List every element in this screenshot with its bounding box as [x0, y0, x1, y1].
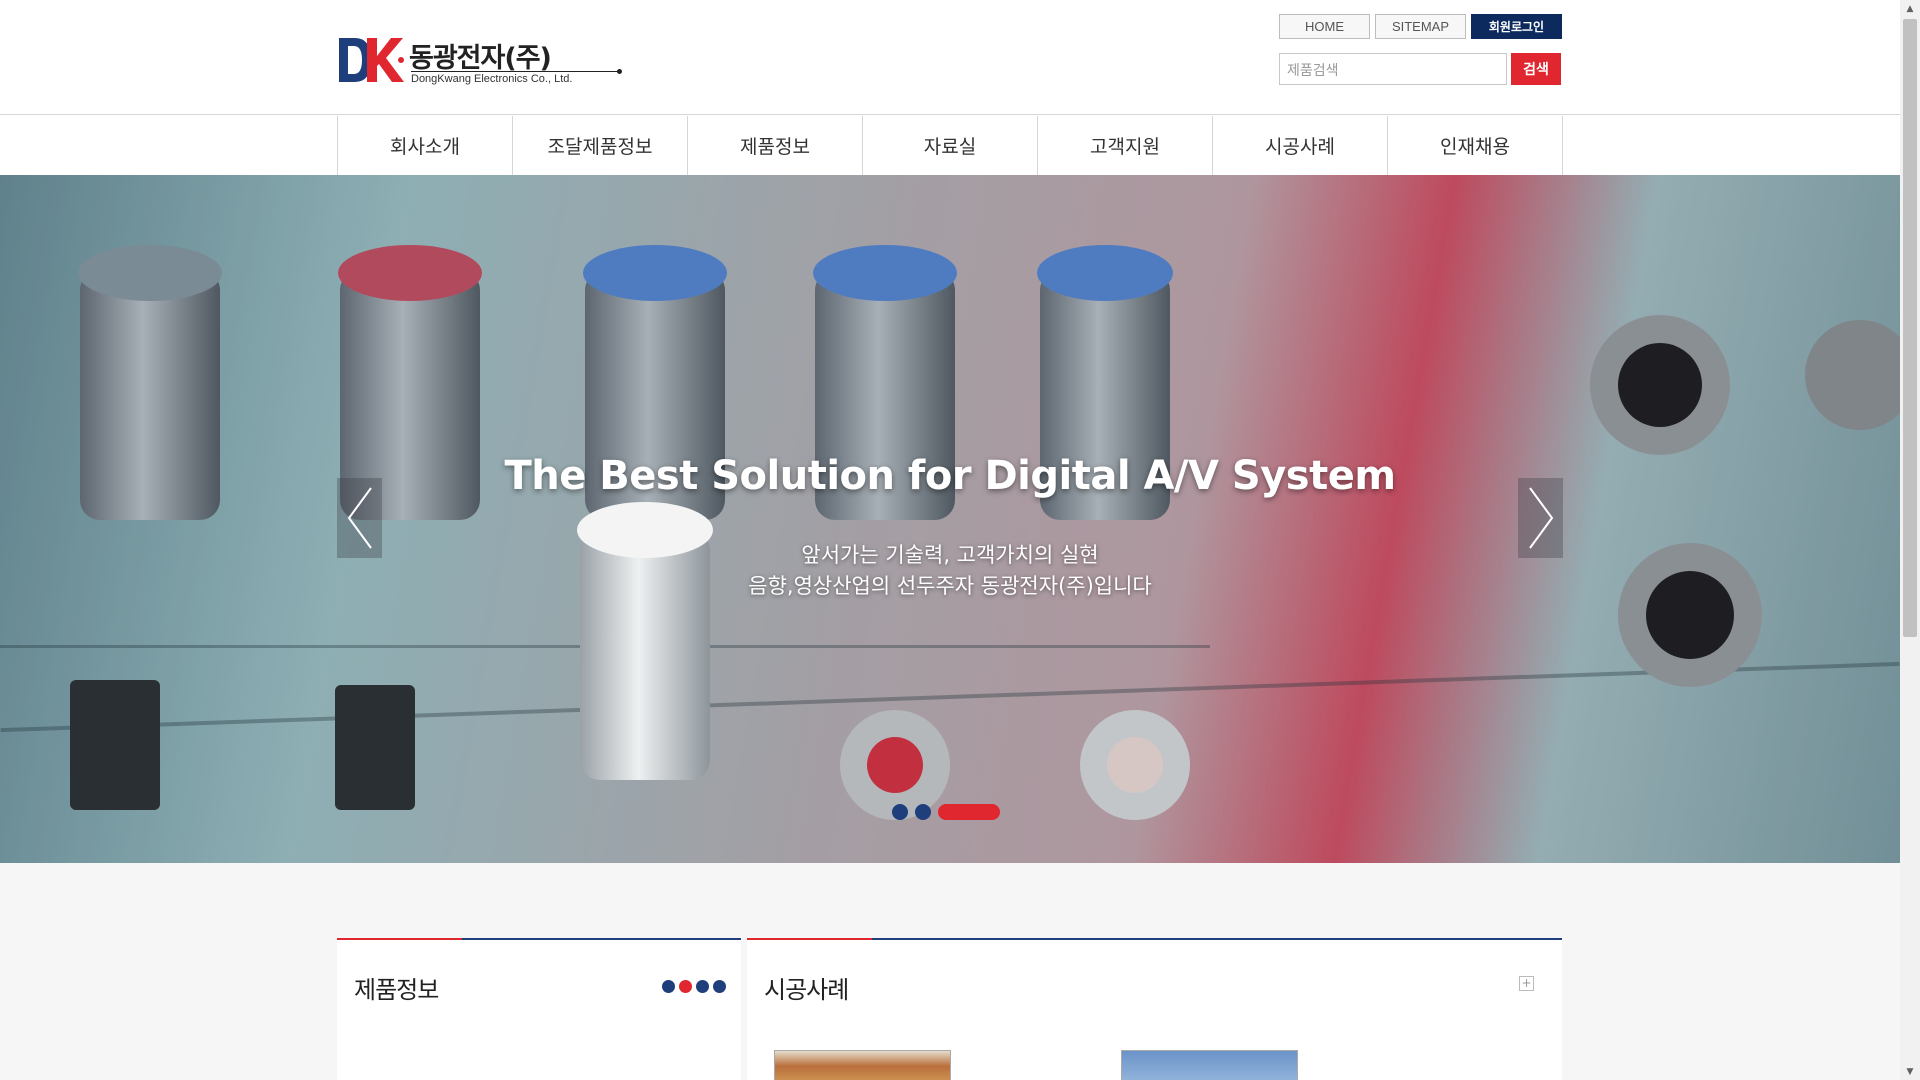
site-logo[interactable]: 동광전자(주) DongKwang Electronics Co., Ltd.	[337, 36, 637, 86]
products-panel: 제품정보	[337, 938, 741, 1080]
products-carousel-dots	[662, 980, 726, 993]
products-dot-1[interactable]	[662, 980, 675, 993]
nav-item-support[interactable]: 고객지원	[1038, 116, 1213, 175]
hero-subtitle-line2: 음향,영상산업의 선두주자 동광전자(주)입니다	[748, 574, 1152, 598]
mixer-knobs-image	[0, 175, 1900, 863]
hero-subtitle-line1: 앞서가는 기술력, 고객가치의 실현	[801, 543, 1099, 567]
slider-prev-button[interactable]	[337, 478, 382, 558]
case-thumbnail-1[interactable]	[774, 1050, 951, 1080]
vertical-scrollbar[interactable]: ▲ ▼	[1900, 0, 1920, 1080]
panel-accent-bar	[337, 938, 462, 940]
more-plus-icon[interactable]: +	[1519, 976, 1534, 991]
nav-item-company[interactable]: 회사소개	[338, 116, 513, 175]
hero-subtitle: 앞서가는 기술력, 고객가치의 실현 음향,영상산업의 선두주자 동광전자(주)…	[0, 540, 1900, 602]
case-thumbnail-2[interactable]	[1121, 1050, 1298, 1080]
products-dot-2-active[interactable]	[679, 980, 692, 993]
cases-panel: 시공사례 +	[747, 938, 1562, 1080]
product-search: 제품검색 검색	[1279, 53, 1561, 85]
logo-text-english: DongKwang Electronics Co., Ltd.	[411, 71, 621, 85]
hero-title: The Best Solution for Digital A/V System	[504, 453, 1396, 499]
slider-dot-2[interactable]	[915, 804, 931, 820]
products-panel-title: 제품정보	[354, 976, 439, 1004]
slider-dot-1[interactable]	[892, 804, 908, 820]
home-button[interactable]: HOME	[1279, 14, 1370, 39]
slider-dot-3-active[interactable]	[938, 804, 1000, 820]
nav-item-procurement[interactable]: 조달제품정보	[513, 116, 688, 175]
hero-banner: The Best Solution for Digital A/V System…	[0, 175, 1900, 863]
main-nav: 회사소개 조달제품정보 제품정보 자료실 고객지원 시공사례 인재채용	[337, 116, 1563, 175]
scroll-up-arrow-icon[interactable]: ▲	[1900, 0, 1920, 17]
logo-dot	[617, 69, 622, 74]
scroll-down-arrow-icon[interactable]: ▼	[1900, 1063, 1920, 1080]
nav-item-products[interactable]: 제품정보	[688, 116, 863, 175]
search-input[interactable]: 제품검색	[1279, 53, 1507, 85]
chevron-right-icon	[1528, 487, 1553, 549]
nav-item-cases[interactable]: 시공사례	[1213, 116, 1388, 175]
utility-links: HOME SITEMAP 회원로그인	[1279, 14, 1562, 39]
nav-item-careers[interactable]: 인재채용	[1388, 116, 1563, 175]
sitemap-button[interactable]: SITEMAP	[1375, 14, 1466, 39]
dk-logo-icon	[339, 38, 404, 82]
nav-item-archive[interactable]: 자료실	[863, 116, 1038, 175]
site-header: 동광전자(주) DongKwang Electronics Co., Ltd. …	[0, 0, 1900, 115]
chevron-left-icon	[347, 487, 372, 549]
products-dot-4[interactable]	[713, 980, 726, 993]
logo-text-korean: 동광전자(주)	[409, 43, 552, 74]
search-button[interactable]: 검색	[1511, 53, 1561, 85]
cases-panel-title: 시공사례	[764, 976, 849, 1004]
slider-next-button[interactable]	[1518, 478, 1563, 558]
main-content: 제품정보 시공사례 +	[0, 863, 1900, 1080]
panel-accent-bar	[747, 938, 872, 940]
login-button[interactable]: 회원로그인	[1471, 14, 1562, 39]
slider-pagination	[892, 804, 1000, 820]
scrollbar-thumb[interactable]	[1903, 19, 1917, 637]
products-dot-3[interactable]	[696, 980, 709, 993]
